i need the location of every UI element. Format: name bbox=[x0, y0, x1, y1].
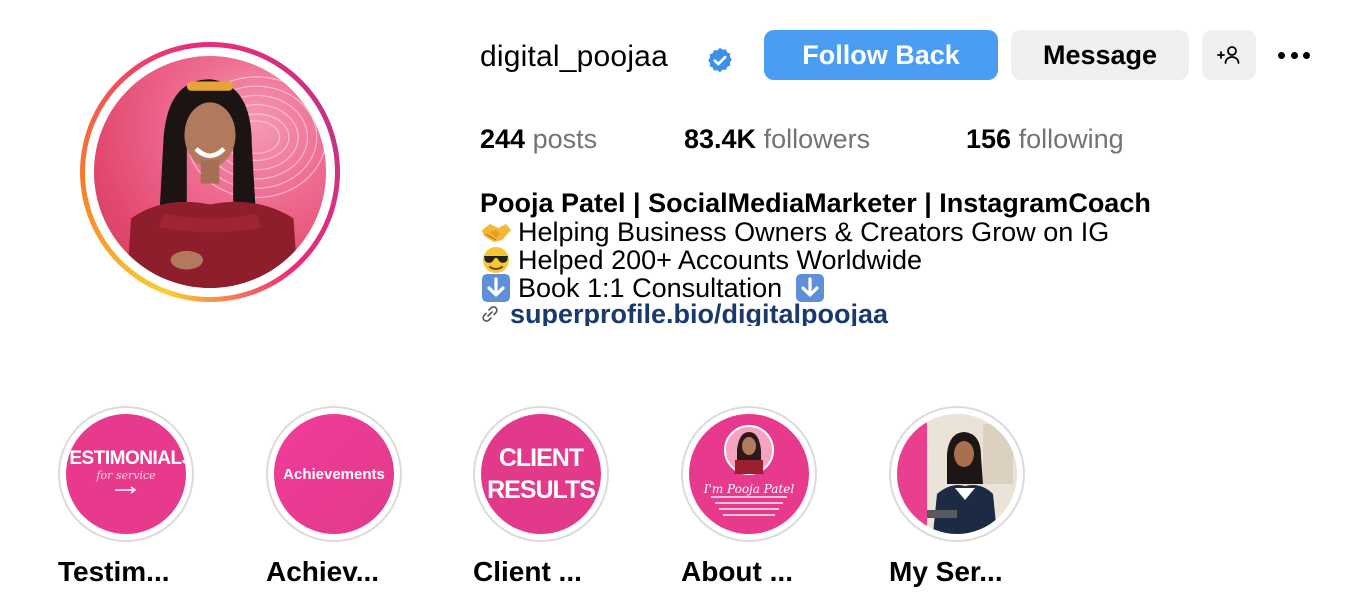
services-cover-photo bbox=[897, 414, 1017, 534]
profile-avatar-story-ring[interactable] bbox=[80, 42, 340, 302]
bio-line-1-text: Helping Business Owners & Creators Grow … bbox=[518, 217, 1110, 247]
highlight-client-results[interactable]: CLIENT RESULTS Client ... bbox=[473, 406, 609, 587]
highlight-cover-title: Achievements bbox=[283, 465, 385, 483]
highlight-label: Achiev... bbox=[266, 556, 380, 587]
highlight-cover bbox=[897, 414, 1017, 534]
highlight-ring[interactable]: Achievements bbox=[266, 406, 402, 542]
highlight-label: Client ... bbox=[473, 556, 582, 587]
following-label: following bbox=[1018, 124, 1124, 154]
highlight-cover: TESTIMONIALS for service bbox=[66, 414, 186, 534]
highlight-cover-subtitle: for service bbox=[96, 468, 156, 482]
about-cover-illustration bbox=[711, 425, 787, 516]
highlight-label: My Ser... bbox=[889, 556, 1003, 587]
bio-line-3: Book 1:1 Consultation bbox=[480, 274, 1320, 302]
highlight-cover-title: TESTIMONIALS bbox=[66, 447, 186, 469]
bio-line-3-text: Book 1:1 Consultation bbox=[518, 273, 783, 303]
avatar-gap bbox=[85, 47, 335, 297]
down-arrow-emoji-icon bbox=[796, 274, 825, 302]
profile-avatar bbox=[94, 56, 326, 288]
sunglasses-emoji-icon bbox=[483, 247, 509, 273]
highlight-achievements[interactable]: Achievements Achiev... bbox=[266, 406, 402, 587]
down-arrow-emoji-icon bbox=[482, 274, 510, 302]
posts-count: 244 bbox=[480, 124, 526, 154]
add-user-button[interactable] bbox=[1202, 30, 1256, 80]
highlight-cover: Achievements bbox=[274, 414, 394, 534]
highlight-label: About ... bbox=[681, 556, 793, 587]
followers-label: followers bbox=[763, 124, 871, 154]
highlight-cover-title-line2: RESULTS bbox=[487, 476, 596, 504]
posts-label: posts bbox=[532, 124, 598, 154]
bio-line-2: Helped 200+ Accounts Worldwide bbox=[480, 246, 1320, 274]
highlight-my-services[interactable]: My Ser... bbox=[889, 406, 1025, 587]
following-count: 156 bbox=[966, 124, 1012, 154]
bio-website-link[interactable]: superprofile.bio/digitalpoojaa bbox=[480, 302, 1320, 326]
avatar-illustration bbox=[126, 76, 326, 288]
more-dot bbox=[1278, 51, 1285, 59]
message-button[interactable]: Message bbox=[1011, 30, 1189, 80]
highlight-label: Testim... bbox=[58, 556, 170, 587]
highlight-cover-title: I'm Pooja Patel bbox=[703, 482, 795, 496]
bio-link-text[interactable]: superprofile.bio/digitalpoojaa bbox=[510, 302, 888, 326]
highlight-cover: I'm Pooja Patel bbox=[689, 414, 809, 534]
more-dot bbox=[1303, 51, 1310, 59]
followers-stat[interactable]: 83.4K followers bbox=[684, 124, 870, 155]
more-dot bbox=[1290, 51, 1298, 59]
link-icon bbox=[482, 306, 498, 322]
highlight-ring[interactable]: TESTIMONIALS for service bbox=[58, 406, 194, 542]
verified-badge-icon bbox=[708, 47, 732, 73]
person-add-icon bbox=[1217, 46, 1240, 64]
arrow-right-icon bbox=[115, 485, 137, 494]
followers-count: 83.4K bbox=[684, 124, 757, 154]
following-stat[interactable]: 156 following bbox=[966, 124, 1124, 155]
bio-line-1: Helping Business Owners & Creators Grow … bbox=[480, 218, 1320, 246]
posts-stat: 244 posts bbox=[480, 124, 597, 155]
bio-full-name: Pooja Patel | SocialMediaMarketer | Inst… bbox=[480, 188, 1151, 218]
highlight-about[interactable]: I'm Pooja Patel About ... bbox=[681, 406, 817, 587]
handshake-emoji-icon bbox=[482, 224, 511, 242]
highlight-ring[interactable]: I'm Pooja Patel bbox=[681, 406, 817, 542]
highlight-ring[interactable]: CLIENT RESULTS bbox=[473, 406, 609, 542]
bio-line-2-text: Helped 200+ Accounts Worldwide bbox=[518, 245, 922, 275]
highlight-testimonials[interactable]: TESTIMONIALS for service Testim... bbox=[58, 406, 194, 587]
follow-back-button[interactable]: Follow Back bbox=[764, 30, 998, 80]
more-options-icon[interactable] bbox=[1274, 38, 1314, 72]
highlight-cover-title-line1: CLIENT bbox=[498, 444, 584, 472]
highlight-ring[interactable] bbox=[889, 406, 1025, 542]
profile-username: digital_poojaa bbox=[480, 40, 668, 73]
highlight-cover: CLIENT RESULTS bbox=[481, 414, 601, 534]
profile-bio: Pooja Patel | SocialMediaMarketer | Inst… bbox=[480, 188, 1320, 326]
